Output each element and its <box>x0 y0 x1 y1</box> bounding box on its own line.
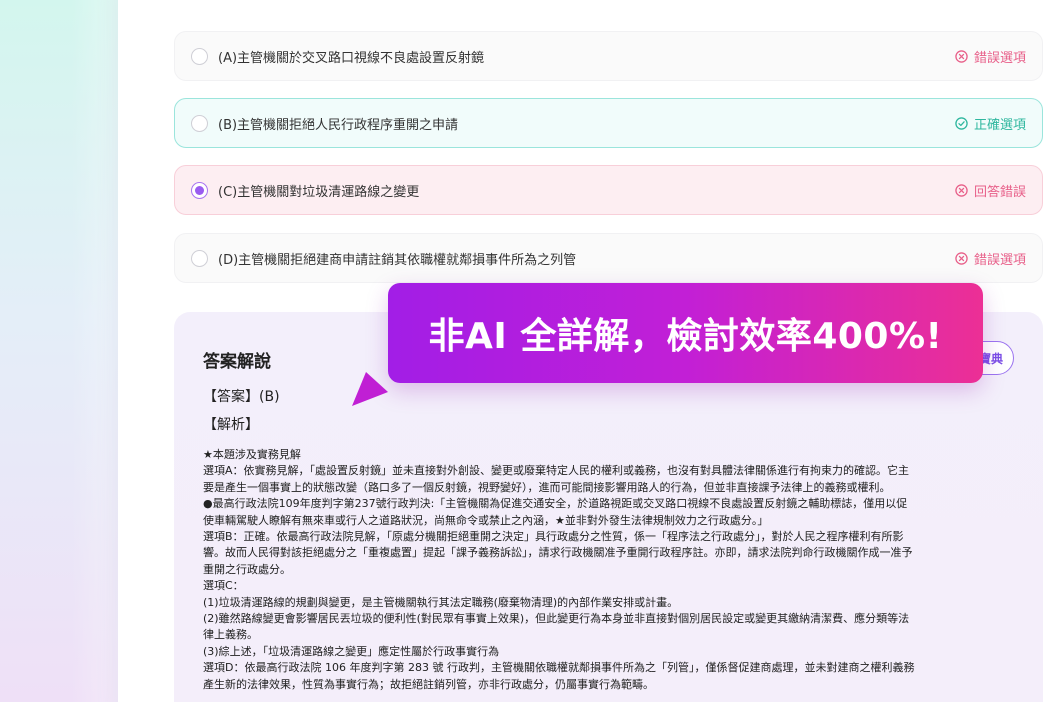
radio-a[interactable] <box>191 47 208 65</box>
explanation-body: ★本題涉及實務見解 選項A：依實務見解，「處設置反射鏡」並未直接對外創設、變更或… <box>203 447 943 693</box>
option-a-status-label: 錯誤選項 <box>973 50 1026 66</box>
explanation-line: 重開之行政處分。 <box>203 562 291 576</box>
explanation-line: (2)雖然路線變更會影響居民丟垃圾的便利性(對民眾有事實上效果)，但此變更行為本… <box>203 612 910 626</box>
explanation-line: 選項A：依實務見解，「處設置反射鏡」並未直接對外創設、變更或廢棄特定人民的權利或… <box>203 464 910 478</box>
check-circle-icon <box>955 116 968 130</box>
left-background-panel <box>0 0 118 702</box>
option-b-text: (B)主管機關拒絕人民行政程序重開之申請 <box>218 117 459 133</box>
explanation-line: 選項C： <box>203 579 244 593</box>
explanation-line: 使車輛駕駛人瞭解有無來車或行人之道路狀況，尚無命令或禁止之內涵，★並非對外發生法… <box>203 513 769 527</box>
explanation-line: ★本題涉及實務見解 <box>203 448 301 461</box>
explanation-line: 響。故而人民得對該拒絕處分之「重複處置」提起「課予義務訴訟」，請求行政機關准予重… <box>203 546 913 560</box>
option-a[interactable]: (A)主管機關於交叉路口視線不良處設置反射鏡 錯誤選項 <box>174 31 1043 81</box>
option-d-status-label: 錯誤選項 <box>973 252 1026 268</box>
radio-d[interactable] <box>191 249 208 267</box>
explanation-line: (1)垃圾清運路線的規劃與變更，是主管機關執行其法定職務(廢棄物清理)的內部作業… <box>203 595 679 609</box>
banner-pointer-icon <box>352 372 388 406</box>
option-c-status-label: 回答錯誤 <box>973 184 1026 200</box>
option-b[interactable]: (B)主管機關拒絕人民行政程序重開之申請 正確選項 <box>174 98 1043 148</box>
radio-b[interactable] <box>191 114 208 132</box>
explanation-line: (3)綜上述，「垃圾清運路線之變更」應定性屬於行政事實行為 <box>203 644 500 658</box>
explanation-line: 律上義務。 <box>203 628 258 642</box>
option-c[interactable]: (C)主管機關對垃圾清運路線之變更 回答錯誤 <box>174 165 1043 215</box>
option-a-status: 錯誤選項 <box>955 47 1026 66</box>
explanation-line: 要是產生一個事實上的狀態改變（路口多了一個反射鏡，視野變好），進而可能間接影響用… <box>203 480 891 494</box>
x-circle-icon <box>955 251 968 265</box>
option-a-text: (A)主管機關於交叉路口視線不良處設置反射鏡 <box>218 50 485 66</box>
promo-banner-text: 非AI 全詳解，檢討效率400%! <box>428 316 943 357</box>
explanation-line: 選項D：依最高行政法院 106 年度判字第 283 號 行政判，主管機關依職權就… <box>203 661 915 675</box>
explanation-title: 答案解說 <box>203 352 271 372</box>
option-d-text: (D)主管機關拒絕建商申請註銷其依職權就鄰損事件所為之列管 <box>218 252 577 268</box>
explanation-line: 產生新的法律效果，性質為事實行為；故拒絕註銷列管，亦非行政處分，仍屬事實行為範疇… <box>203 677 654 691</box>
answer-label: 【答案】(B) <box>203 389 280 405</box>
option-b-status: 正確選項 <box>955 114 1026 133</box>
explanation-line: ●最高行政法院109年度判字第237號行政判決:「主管機關為促進交通安全，於道路… <box>203 497 908 511</box>
option-c-status: 回答錯誤 <box>955 181 1026 200</box>
radio-c-selected[interactable] <box>191 181 208 199</box>
x-circle-icon <box>955 49 968 63</box>
explanation-line: 選項B：正確。依最高行政法院見解，「原處分機關拒絕重開之決定」具行政處分之性質，… <box>203 530 904 544</box>
x-circle-icon <box>955 183 968 197</box>
option-b-status-label: 正確選項 <box>973 117 1026 133</box>
promo-banner: 非AI 全詳解，檢討效率400%! <box>388 283 983 383</box>
option-d[interactable]: (D)主管機關拒絕建商申請註銷其依職權就鄰損事件所為之列管 錯誤選項 <box>174 233 1043 283</box>
analysis-label: 【解析】 <box>203 417 259 433</box>
option-d-status: 錯誤選項 <box>955 249 1026 268</box>
option-c-text: (C)主管機關對垃圾清運路線之變更 <box>218 184 420 200</box>
